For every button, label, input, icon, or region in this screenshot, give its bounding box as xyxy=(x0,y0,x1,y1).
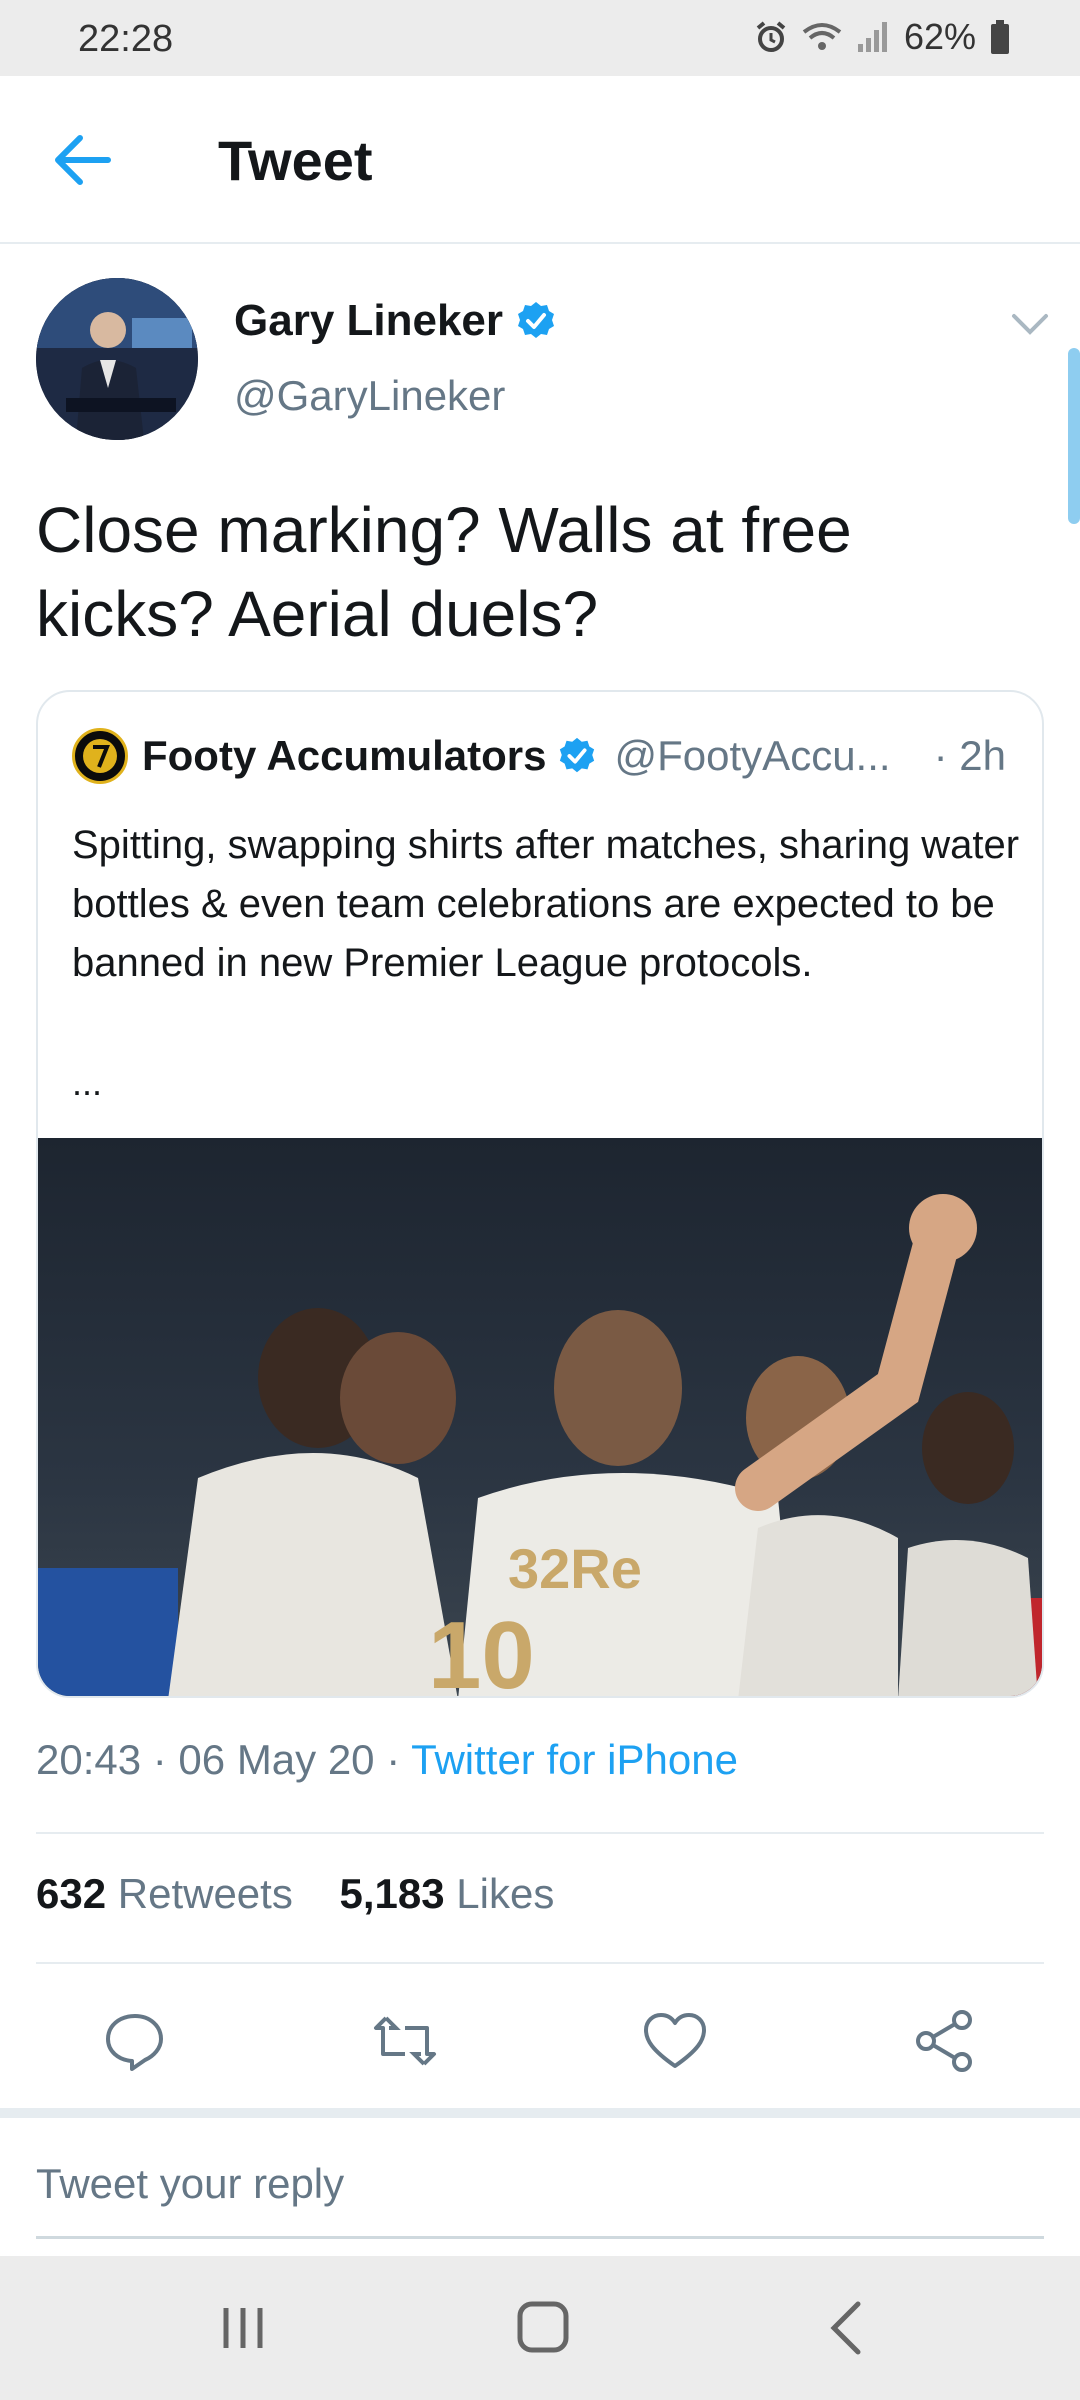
alarm-icon xyxy=(756,21,786,52)
quoted-tweet-header: Footy Accumulators @FootyAccu... xyxy=(72,726,1032,786)
tweet-meta: 20:43 · 06 May 20 · Twitter for iPhone xyxy=(36,1736,738,1784)
retweet-icon[interactable] xyxy=(370,2006,440,2076)
status-time: 22:28 xyxy=(78,18,174,60)
quoted-author-name: Footy Accumulators xyxy=(142,732,547,779)
arrow-left-icon[interactable] xyxy=(52,132,112,188)
back-nav-icon[interactable] xyxy=(812,2296,882,2360)
quoted-tweet-text: Spitting, swapping shirts after matches,… xyxy=(72,823,1020,985)
tweet-actions xyxy=(0,1990,1080,2090)
battery-percent: 62% xyxy=(903,16,976,57)
battery-icon xyxy=(991,20,1009,54)
verified-badge-icon xyxy=(559,737,594,773)
reply-icon[interactable] xyxy=(100,2006,170,2076)
likes-count: 5,183 xyxy=(339,1870,445,1917)
chevron-down-icon[interactable] xyxy=(1010,310,1050,338)
likes-stat[interactable]: 5,183 Likes xyxy=(340,1870,555,1917)
tweet-text: Close marking? Walls at free kicks? Aeri… xyxy=(36,494,852,650)
divider xyxy=(36,1962,1044,1964)
wifi-icon xyxy=(802,23,842,50)
reply-input[interactable]: Tweet your reply xyxy=(36,2160,344,2208)
tweet-stats: 632 Retweets 5,183 Likes xyxy=(36,1870,554,1918)
quoted-tweet-time: · 2h xyxy=(933,732,1006,779)
system-navigation-bar xyxy=(0,2256,1080,2400)
avatar-image xyxy=(36,278,198,440)
verified-badge-icon xyxy=(518,302,555,338)
section-divider xyxy=(0,2108,1080,2118)
quoted-author-handle: @FootyAccu... xyxy=(614,732,891,779)
signal-icon xyxy=(857,22,887,52)
divider xyxy=(36,1832,1044,1834)
share-icon[interactable] xyxy=(910,2006,980,2076)
author-handle[interactable]: @GaryLineker xyxy=(234,372,505,420)
svg-text:10: 10 xyxy=(428,1602,535,1698)
page-title: Tweet xyxy=(218,129,373,192)
quoted-tweet-more: ... xyxy=(72,1062,103,1103)
tweet-timestamp: 20:43 · 06 May 20 · xyxy=(36,1736,412,1783)
recent-apps-icon[interactable] xyxy=(208,2296,278,2360)
home-icon[interactable] xyxy=(508,2296,578,2360)
like-heart-icon[interactable] xyxy=(640,2006,710,2076)
app-bar: Tweet xyxy=(0,76,1080,244)
status-bar: 22:28 62% xyxy=(0,0,1080,76)
reply-underline xyxy=(36,2236,1044,2239)
scrollbar[interactable] xyxy=(1068,348,1080,524)
retweets-label: Retweets xyxy=(117,1870,293,1917)
likes-label: Likes xyxy=(456,1870,555,1917)
author-name[interactable]: Gary Lineker xyxy=(234,296,503,346)
quoted-tweet-card[interactable]: Footy Accumulators @FootyAccu... · 2h Sp… xyxy=(36,690,1044,1698)
footy-logo-icon xyxy=(83,739,117,773)
quoted-author-avatar xyxy=(72,728,128,784)
svg-text:32Re: 32Re xyxy=(508,1537,642,1600)
status-icons: 62% xyxy=(754,16,1010,58)
avatar[interactable] xyxy=(36,278,198,440)
quoted-tweet-photo[interactable]: 32Re 10 xyxy=(38,1138,1044,1698)
tweet-source-link[interactable]: Twitter for iPhone xyxy=(411,1736,738,1783)
retweets-count: 632 xyxy=(36,1870,107,1917)
author-name-row[interactable]: Gary Lineker xyxy=(234,296,557,346)
retweets-stat[interactable]: 632 Retweets xyxy=(36,1870,293,1917)
